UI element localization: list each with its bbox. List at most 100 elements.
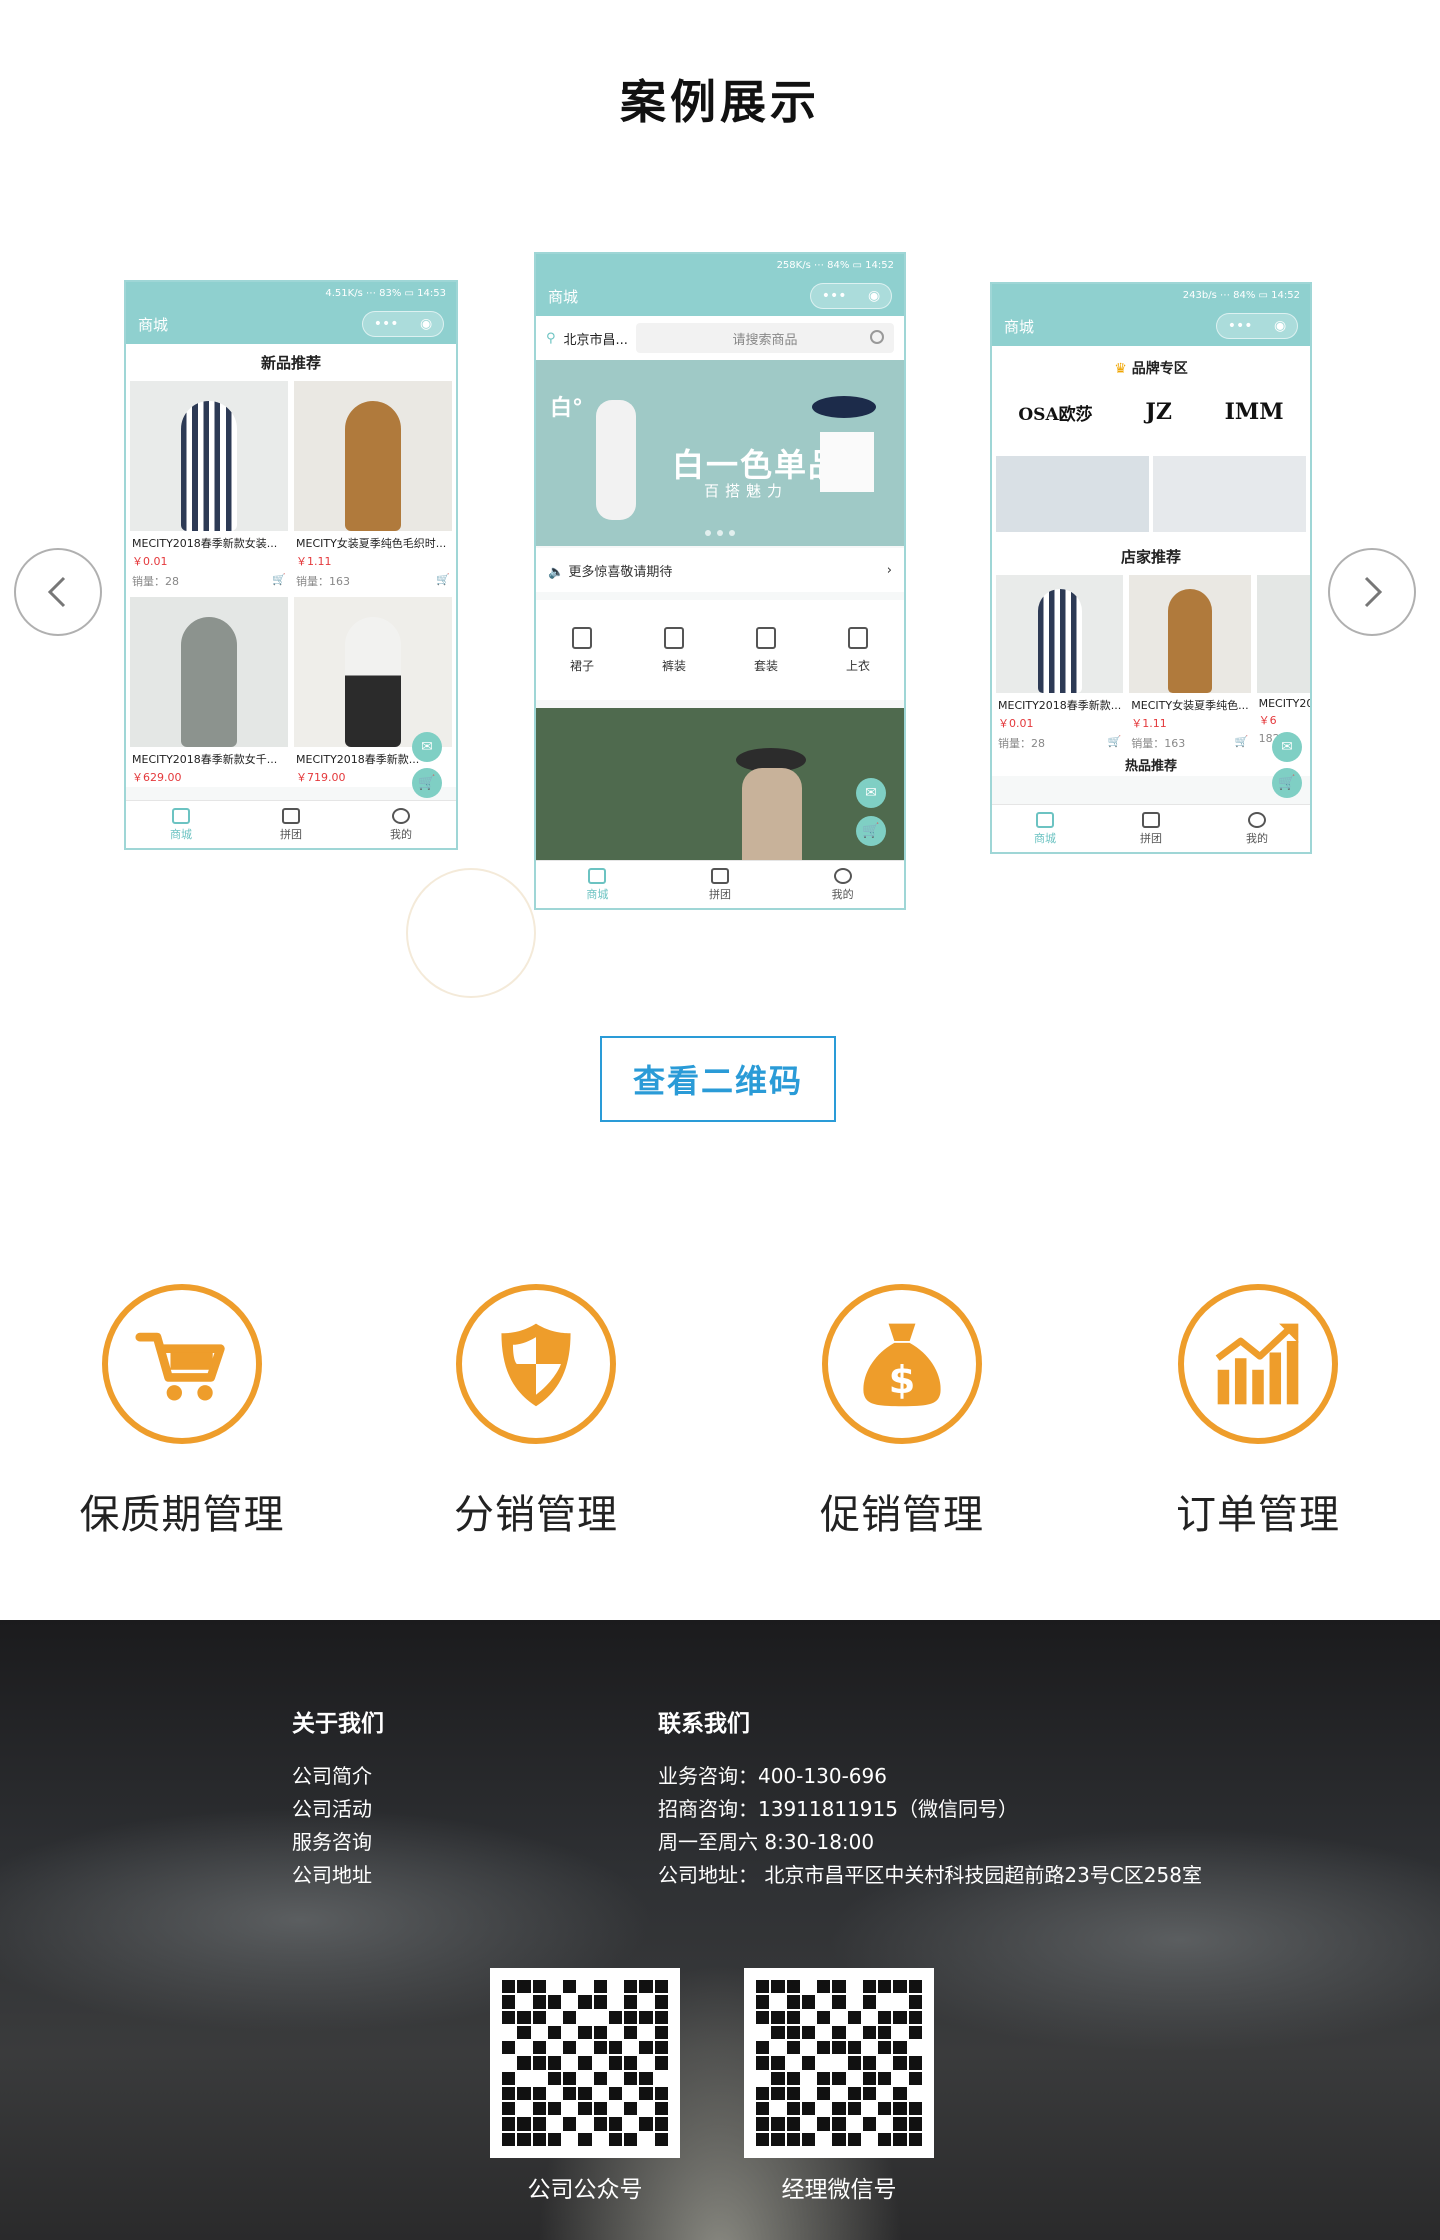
search-input[interactable]: 请搜索商品 <box>635 323 894 353</box>
feature-label: 分销管理 <box>454 1492 618 1538</box>
banner-shirt <box>820 432 874 492</box>
phone-screenshot-brands[interactable]: 243b/s ⋯ 84% ▭ 14:52 商城 ••• ◉ ♛ 品牌专区 OSA欧… <box>990 282 1312 854</box>
status-bar: 243b/s ⋯ 84% ▭ 14:52 <box>992 284 1310 306</box>
footer-link-company-intro[interactable]: 公司简介 <box>292 1760 384 1793</box>
notice-bar[interactable]: 🔈 更多惊喜敬请期待 › <box>536 548 904 592</box>
featured-photo[interactable] <box>536 708 904 866</box>
tab-mine[interactable]: 我的 <box>832 867 854 902</box>
chat-icon[interactable]: ✉ <box>412 732 442 762</box>
dress-icon <box>571 626 592 649</box>
banner-subtitle: 百搭魅力 <box>704 482 789 500</box>
footer-link-company-events[interactable]: 公司活动 <box>292 1793 384 1826</box>
tab-group[interactable]: 拼团 <box>1140 811 1162 846</box>
capsule-menu: ••• ◉ <box>1216 313 1298 339</box>
qr-caption: 公司公众号 <box>527 2177 643 2203</box>
tab-mine[interactable]: 我的 <box>390 807 412 842</box>
location-label[interactable]: 北京市昌... <box>564 329 628 348</box>
mini-program-navbar: 商城 ••• ◉ <box>536 276 904 316</box>
footer-about: 关于我们 公司简介 公司活动 服务咨询 公司地址 <box>292 1704 384 1892</box>
record-icon: ◉ <box>868 288 881 304</box>
category-pants[interactable]: 裤装 <box>662 626 686 674</box>
product-card: MECITY2018春季新款女千... ￥629.00 <box>130 597 288 787</box>
feature-label: 保质期管理 <box>79 1492 285 1538</box>
record-icon: ◉ <box>420 316 433 332</box>
brand-logo[interactable]: IMM <box>1225 399 1284 425</box>
banner-indicator[interactable] <box>536 530 904 536</box>
footer-link-service[interactable]: 服务咨询 <box>292 1826 384 1859</box>
tab-group[interactable]: 拼团 <box>709 867 731 902</box>
feature-orders: 订单管理 <box>1108 1284 1408 1540</box>
cart-icon: 🛒 <box>1107 735 1122 748</box>
tab-mall[interactable]: 商城 <box>586 867 608 902</box>
view-qr-code-button[interactable]: 查看二维码 <box>600 1036 836 1122</box>
navbar-title: 商城 <box>548 287 579 306</box>
section-heading-hot: 热品推荐 <box>992 753 1310 776</box>
cart-fab-icon[interactable]: 🛒 <box>412 768 442 798</box>
cart-fab-icon[interactable]: 🛒 <box>1272 768 1302 798</box>
mini-program-navbar: 商城 ••• ◉ <box>126 304 456 344</box>
svg-text:$: $ <box>889 1358 916 1403</box>
speaker-icon: 🔈 <box>548 564 565 580</box>
footer-link-address[interactable]: 公司地址 <box>292 1859 384 1892</box>
chat-icon[interactable]: ✉ <box>1272 732 1302 762</box>
contact-business: 业务咨询：400-130-696 <box>658 1764 887 1788</box>
location-icon: ⚲ <box>546 330 556 346</box>
qr-manager-wechat: 经理微信号 <box>744 1968 934 2204</box>
product-image <box>294 381 452 531</box>
shield-icon <box>456 1284 616 1444</box>
product-image <box>1256 575 1310 693</box>
shop-icon <box>588 867 607 884</box>
crown-icon: ♛ <box>1114 361 1127 377</box>
shirt-icon <box>847 626 868 649</box>
feature-promotion: $ 促销管理 <box>752 1284 1052 1540</box>
tab-mall[interactable]: 商城 <box>170 807 192 842</box>
tab-bar: 商城 拼团 我的 <box>992 804 1310 852</box>
brand-zone: ♛ 品牌专区 OSA欧莎 JZ IMM <box>992 346 1310 450</box>
category-skirt[interactable]: 裙子 <box>570 626 594 674</box>
category-suit[interactable]: 套装 <box>754 626 778 674</box>
shop-banner[interactable] <box>1153 456 1306 532</box>
user-icon <box>833 867 852 884</box>
section-title: 案例展示 <box>620 75 820 129</box>
carousel-next-button[interactable] <box>1328 548 1416 636</box>
navbar-title: 商城 <box>1004 317 1035 336</box>
promo-banner[interactable]: 白° 白一色单品。 百搭魅力 <box>536 360 904 546</box>
phone-screenshot-new-products[interactable]: 4.51K/s ⋯ 83% ▭ 14:53 商城 ••• ◉ 新品推荐 MECIT… <box>124 280 458 850</box>
feature-distribution: 分销管理 <box>386 1284 686 1540</box>
shop-icon <box>1036 811 1054 828</box>
qr-caption: 经理微信号 <box>781 2177 897 2203</box>
product-image <box>130 597 288 747</box>
product-card: MECITY201 ￥6 182 <box>1256 575 1310 753</box>
tab-mall[interactable]: 商城 <box>1034 811 1056 846</box>
tab-mine[interactable]: 我的 <box>1246 811 1268 846</box>
shop-icon <box>172 807 190 824</box>
banner-logo: 白° <box>550 396 584 421</box>
phone-screenshot-home[interactable]: 258K/s ⋯ 84% ▭ 14:52 商城 ••• ◉ ⚲ 北京市昌... 请… <box>534 252 906 910</box>
product-card: MECITY2018春季新款女装... ￥0.01 销量：28 🛒 <box>130 381 288 591</box>
chat-icon[interactable]: ✉ <box>856 778 886 808</box>
brand-logo[interactable]: JZ <box>1145 399 1171 425</box>
status-bar: 258K/s ⋯ 84% ▭ 14:52 <box>536 254 904 276</box>
footer-about-heading: 关于我们 <box>292 1711 384 1737</box>
product-image <box>294 597 452 747</box>
money-bag-icon: $ <box>822 1284 982 1444</box>
tab-bar: 商城 拼团 我的 <box>126 800 456 848</box>
pants-icon <box>663 626 684 649</box>
feature-label: 订单管理 <box>1176 1492 1340 1538</box>
brand-logo[interactable]: OSA欧莎 <box>1018 400 1092 425</box>
shop-banners <box>992 450 1310 538</box>
category-top[interactable]: 上衣 <box>846 626 870 674</box>
shop-banner[interactable] <box>996 456 1149 532</box>
product-card: MECITY2018春季新款... ￥0.01 销量：28 🛒 <box>996 575 1124 753</box>
chevron-right-icon: › <box>886 562 892 578</box>
tab-group[interactable]: 拼团 <box>280 807 302 842</box>
category-row: 裙子 裤装 套装 上衣 <box>536 600 904 700</box>
cart-fab-icon[interactable]: 🛒 <box>856 816 886 846</box>
carousel-prev-button[interactable] <box>14 548 102 636</box>
user-icon <box>1248 811 1266 828</box>
product-grid: MECITY2018春季新款... ￥0.01 销量：28 🛒 MECITY女装夏… <box>992 575 1310 753</box>
contact-address: 公司地址： 北京市昌平区中关村科技园超前路23号C区258室 <box>658 1863 1202 1887</box>
navbar-title: 商城 <box>138 315 169 334</box>
chevron-right-icon <box>1364 576 1383 608</box>
product-grid: MECITY2018春季新款女装... ￥0.01 销量：28 🛒 MECITY女… <box>126 381 456 787</box>
